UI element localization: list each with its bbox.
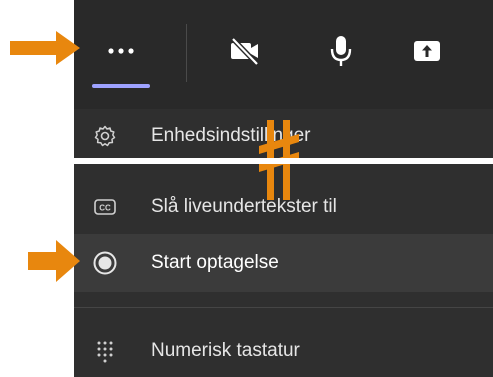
menu-separator (74, 307, 493, 308)
dial-pad-icon (92, 338, 118, 364)
toolbar-divider (186, 24, 187, 82)
more-options-icon (108, 48, 134, 54)
record-icon (92, 250, 118, 276)
menu-item-label: Numerisk tastatur (151, 340, 300, 361)
svg-text:CC: CC (99, 204, 111, 213)
share-screen-icon (414, 41, 440, 61)
microphone-button[interactable] (310, 20, 372, 82)
more-options-button[interactable] (90, 20, 152, 82)
menu-item-label: Start optagelse (151, 252, 279, 273)
gap-overlay (74, 158, 493, 164)
closed-captions-icon: CC (92, 194, 118, 220)
annotation-arrow-icon (10, 31, 80, 65)
menu-item-dial-pad[interactable]: Numerisk tastatur (74, 330, 493, 372)
menu-item-start-recording[interactable]: Start optagelse (74, 234, 493, 292)
camera-off-icon (231, 37, 259, 66)
selected-indicator (92, 84, 150, 88)
share-screen-button[interactable] (396, 20, 458, 82)
gear-icon (92, 123, 118, 149)
microphone-icon (330, 36, 352, 66)
menu-item-label: Slå liveundertekster til (151, 196, 337, 217)
annotation-arrow-icon (28, 240, 80, 282)
camera-button[interactable] (214, 20, 276, 82)
